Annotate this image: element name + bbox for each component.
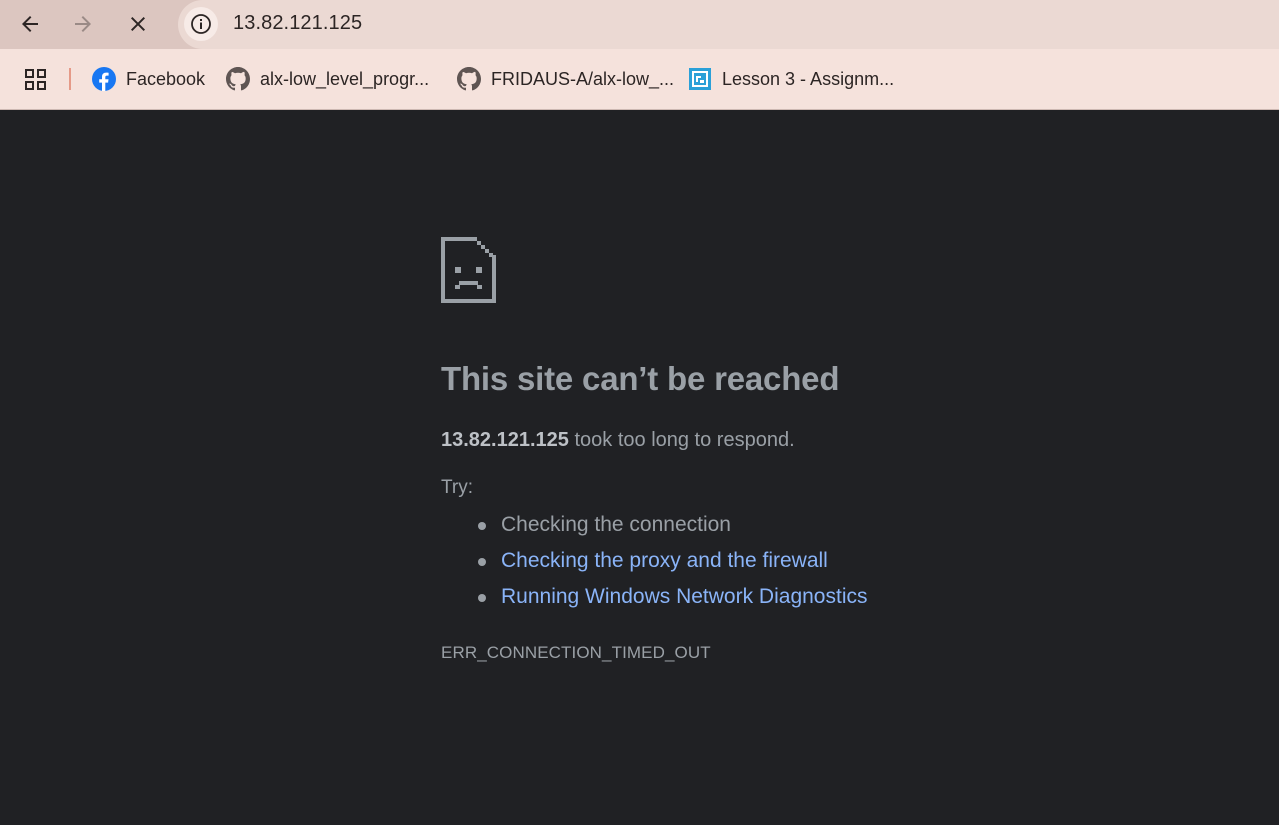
back-button[interactable]	[12, 6, 48, 42]
close-icon	[131, 17, 145, 31]
error-title: This site can’t be reached	[441, 360, 840, 397]
bookmark-label: Lesson 3 - Assignm...	[722, 68, 895, 89]
lesson-icon	[688, 67, 712, 91]
error-description: 13.82.121.125 took too long to respond.	[441, 429, 795, 452]
apps-grid-icon	[25, 69, 46, 90]
address-bar[interactable]: 13.82.121.125	[178, 0, 1279, 49]
info-icon	[191, 14, 211, 34]
proxy-firewall-link[interactable]: Checking the proxy and the firewall	[501, 549, 828, 572]
bookmarks-bar: Facebook alx-low_level_progr... FRIDAUS-…	[0, 49, 1279, 110]
bookmarks-separator	[69, 68, 71, 90]
bookmark-label: Facebook	[126, 68, 206, 89]
github-icon	[226, 67, 250, 91]
arrow-left-icon	[22, 16, 38, 32]
suggestion-check-connection: Checking the connection	[501, 513, 731, 536]
suggestion-item: Checking the connection	[441, 507, 868, 543]
bookmark-fridaus-alx-low[interactable]: FRIDAUS-A/alx-low_...	[457, 65, 674, 93]
bookmark-alx-low-level-programming[interactable]: alx-low_level_progr...	[226, 65, 429, 93]
arrow-right-icon	[75, 16, 91, 32]
error-code: ERR_CONNECTION_TIMED_OUT	[441, 643, 711, 662]
browser-toolbar: 13.82.121.125	[0, 0, 1279, 49]
suggestion-item: Running Windows Network Diagnostics	[441, 579, 868, 615]
bookmark-lesson-3[interactable]: Lesson 3 - Assignm...	[688, 65, 894, 93]
bookmark-facebook[interactable]: Facebook	[92, 65, 205, 93]
network-diagnostics-link[interactable]: Running Windows Network Diagnostics	[501, 585, 868, 608]
error-message: took too long to respond.	[574, 429, 795, 451]
sad-page-icon	[441, 237, 496, 303]
url-text[interactable]: 13.82.121.125	[233, 12, 362, 35]
stop-loading-button[interactable]	[120, 6, 156, 42]
facebook-icon	[92, 67, 116, 91]
suggestions-list: Checking the connection Checking the pro…	[441, 507, 868, 615]
suggestion-item: Checking the proxy and the firewall	[441, 543, 868, 579]
apps-button[interactable]	[24, 68, 48, 92]
forward-button[interactable]	[65, 6, 101, 42]
bookmark-label: FRIDAUS-A/alx-low_...	[491, 68, 675, 89]
site-info-button[interactable]	[184, 7, 218, 41]
bookmark-label: alx-low_level_progr...	[260, 68, 430, 89]
github-icon	[457, 67, 481, 91]
error-host: 13.82.121.125	[441, 429, 569, 451]
try-label: Try:	[441, 477, 474, 498]
